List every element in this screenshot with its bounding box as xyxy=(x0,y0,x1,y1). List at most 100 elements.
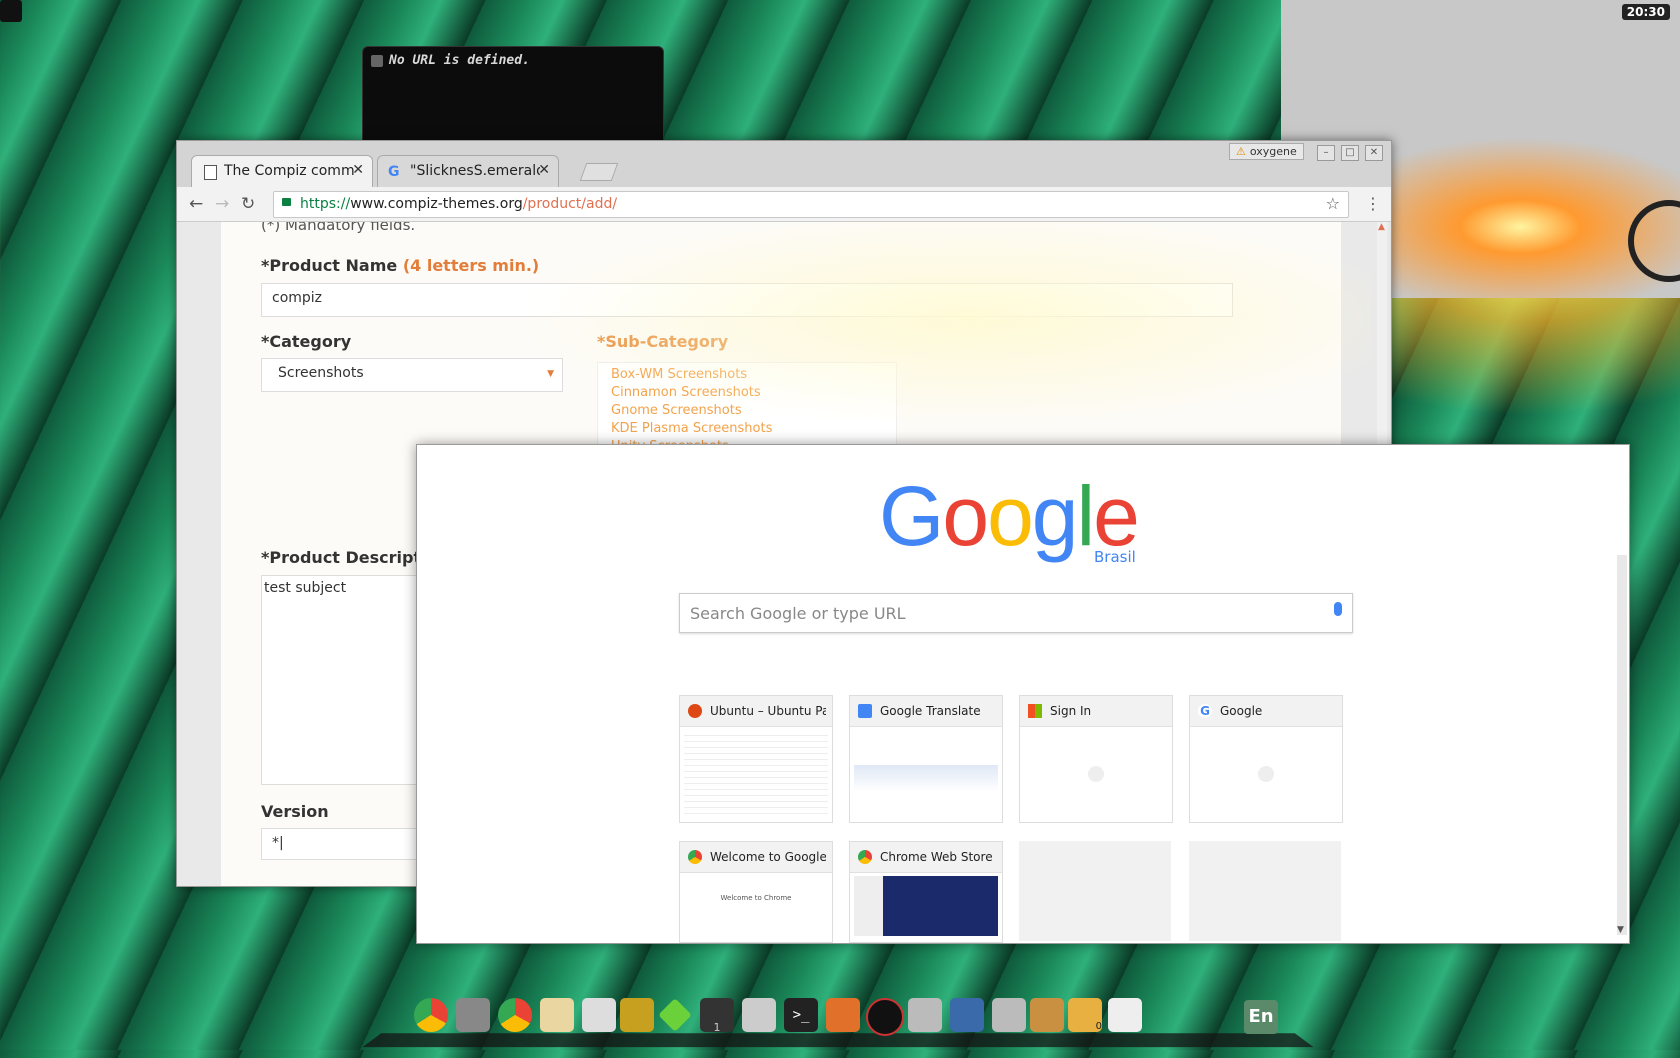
tile-header: G Google xyxy=(1190,696,1342,727)
most-visited-tile-google[interactable]: G Google xyxy=(1189,695,1343,823)
tile-title: Sign In xyxy=(1050,704,1092,718)
workspace-number: 1 xyxy=(713,1021,721,1034)
description-label: *Product Descripti xyxy=(261,548,427,567)
close-window-button[interactable]: ✕ xyxy=(1365,145,1383,161)
microphone-icon[interactable] xyxy=(1334,602,1342,616)
tab-compiz[interactable]: The Compiz commun ✕ xyxy=(191,155,373,188)
tile-header: Chrome Web Store xyxy=(850,842,1002,873)
google-favicon-icon: G xyxy=(1198,704,1212,718)
tile-title: Welcome to Google C xyxy=(710,850,826,864)
address-bar[interactable]: https://www.compiz-themes.org/product/ad… xyxy=(273,191,1349,218)
close-tab-icon[interactable]: ✕ xyxy=(538,162,550,178)
browser-menu-icon[interactable]: ⋮ xyxy=(1365,194,1381,213)
version-label: Version xyxy=(261,802,329,821)
empty-tile xyxy=(1019,841,1171,941)
archive-folder-icon[interactable] xyxy=(1030,998,1064,1032)
power-icon[interactable] xyxy=(866,998,904,1036)
text-editor-icon[interactable] xyxy=(582,998,616,1032)
workspace-switcher[interactable]: 1 xyxy=(700,998,734,1034)
system-tool-icon[interactable] xyxy=(992,998,1026,1032)
bookmark-star-icon[interactable]: ☆ xyxy=(1326,194,1340,213)
minimize-button[interactable]: – xyxy=(1317,145,1335,161)
dock-shelf xyxy=(362,1033,1314,1048)
tab-bar: The Compiz commun ✕ G "SlicknesS.emerald… xyxy=(177,141,1391,188)
ubuntu-favicon-icon xyxy=(688,704,702,718)
rss-icon xyxy=(371,55,383,67)
product-name-input[interactable]: compiz xyxy=(261,283,1233,317)
forward-arrow-icon[interactable]: → xyxy=(215,194,229,214)
dropdown-arrow-icon: ▼ xyxy=(547,369,554,379)
scroll-down-icon[interactable]: ▼ xyxy=(1617,925,1624,935)
most-visited-tile-ubuntu[interactable]: Ubuntu – Ubuntu Pack xyxy=(679,695,833,823)
tab-slickness[interactable]: G "SlicknesS.emerald" ✕ xyxy=(377,155,559,188)
image-viewer-icon[interactable] xyxy=(620,998,654,1032)
browser-window-newtab: Google Brasil Search Google or type URL … xyxy=(416,444,1630,944)
chrome-icon[interactable] xyxy=(498,998,532,1032)
tile-header: Google Translate xyxy=(850,696,1002,727)
tab-label: The Compiz commun xyxy=(224,163,354,179)
tile-thumbnail: Welcome to Chrome xyxy=(720,894,792,902)
window-icon[interactable] xyxy=(742,998,776,1032)
subcategory-option[interactable]: KDE Plasma Screenshots xyxy=(611,420,883,438)
product-name-label-text: *Product Name xyxy=(261,256,398,275)
loading-dot-icon xyxy=(1258,766,1274,782)
mandatory-note: (*) Mandatory fields. xyxy=(261,222,416,234)
folder-icon[interactable] xyxy=(826,998,860,1032)
tile-title: Chrome Web Store xyxy=(880,850,993,864)
dock: 1 >_ 0 xyxy=(362,994,1314,1050)
product-name-hint: (4 letters min.) xyxy=(402,256,540,275)
chrome-icon[interactable] xyxy=(414,998,448,1032)
feed-message: No URL is defined. xyxy=(389,53,530,68)
close-tab-icon[interactable]: ✕ xyxy=(352,162,364,178)
subcategory-listbox[interactable]: Box-WM Screenshots Cinnamon Screenshots … xyxy=(597,362,897,452)
subcategory-option[interactable]: Box-WM Screenshots xyxy=(611,366,883,384)
most-visited-tile-translate[interactable]: Google Translate xyxy=(849,695,1003,823)
tab-label: "SlicknesS.emerald" xyxy=(410,163,540,179)
tile-title: Ubuntu – Ubuntu Pack xyxy=(710,704,826,718)
notes-icon[interactable]: 0 xyxy=(1068,998,1102,1032)
gem-icon[interactable] xyxy=(658,998,692,1032)
file-manager-icon[interactable] xyxy=(456,998,490,1032)
newtab-scrollbar[interactable]: ▼ xyxy=(1617,555,1627,935)
subcategory-option[interactable]: Cinnamon Screenshots xyxy=(611,384,883,402)
maximize-button[interactable]: □ xyxy=(1341,145,1359,161)
url-text: https://www.compiz-themes.org/product/ad… xyxy=(300,196,617,212)
chrome-favicon-icon xyxy=(688,850,702,864)
most-visited-tile-signin[interactable]: Sign In xyxy=(1019,695,1173,823)
terminal-icon[interactable]: >_ xyxy=(784,998,818,1032)
rss-feed-widget: No URL is defined. xyxy=(362,46,664,148)
tile-thumbnail xyxy=(854,730,998,818)
webstore-favicon-icon xyxy=(858,850,872,864)
product-name-label: *Product Name (4 letters min.) xyxy=(261,256,539,275)
tile-thumbnail xyxy=(854,876,998,936)
keyboard-layout-indicator[interactable]: En xyxy=(1244,1000,1278,1034)
url-path: /product/add/ xyxy=(522,196,618,212)
category-label: *Category xyxy=(261,332,352,351)
browser-toolbar: ← → ↻ https://www.compiz-themes.org/prod… xyxy=(177,187,1391,222)
page-icon xyxy=(204,165,217,180)
dock-badge: 0 xyxy=(1095,1021,1102,1032)
tile-title: Google xyxy=(1220,704,1263,718)
desktop-corner-button[interactable] xyxy=(0,0,22,22)
wm-theme-badge: ⚠ oxygene xyxy=(1229,143,1304,160)
url-domain: www.compiz-themes.org xyxy=(350,196,523,212)
google-favicon-icon: G xyxy=(388,164,400,180)
most-visited-tile-chrome-welcome[interactable]: Welcome to Google C Welcome to Chrome xyxy=(679,841,833,943)
warning-icon: ⚠ xyxy=(1236,145,1246,158)
lock-icon xyxy=(282,198,291,206)
network-icon[interactable] xyxy=(950,998,984,1032)
scroll-up-icon[interactable]: ▲ xyxy=(1378,222,1385,232)
settings-tool-icon[interactable] xyxy=(908,998,942,1032)
most-visited-tile-webstore[interactable]: Chrome Web Store xyxy=(849,841,1003,943)
category-select[interactable]: Screenshots ▼ xyxy=(261,358,563,392)
back-arrow-icon[interactable]: ← xyxy=(189,194,203,214)
reload-icon[interactable]: ↻ xyxy=(241,194,255,214)
google-logo-region: Brasil xyxy=(1094,548,1136,566)
presentation-icon[interactable] xyxy=(540,998,574,1032)
empty-tile xyxy=(1189,841,1341,941)
subcategory-option[interactable]: Gnome Screenshots xyxy=(611,402,883,420)
mail-icon[interactable] xyxy=(1108,998,1142,1032)
new-tab-button[interactable] xyxy=(579,163,619,181)
search-input[interactable]: Search Google or type URL xyxy=(679,593,1353,633)
search-placeholder: Search Google or type URL xyxy=(690,604,906,623)
